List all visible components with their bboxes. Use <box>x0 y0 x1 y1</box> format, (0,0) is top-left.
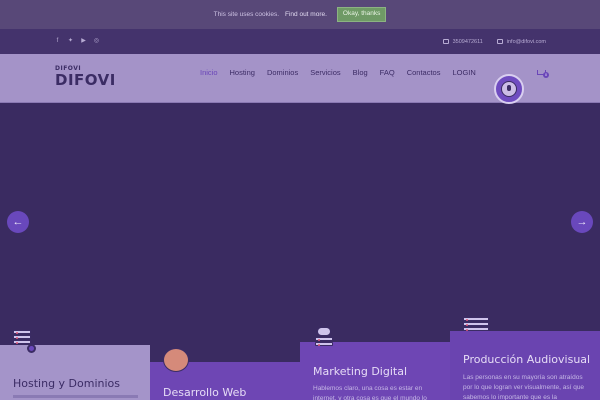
nav-servicios[interactable]: Servicios <box>304 67 346 79</box>
nav-blog[interactable]: Blog <box>347 67 374 79</box>
nav-faq[interactable]: FAQ <box>374 67 401 79</box>
site-header: DIFOVI DIFOVI Inicio Hosting Dominios Se… <box>0 54 600 104</box>
logo-big-text: DIFOVI <box>55 71 116 89</box>
phone-icon <box>442 39 449 44</box>
site-logo[interactable]: DIFOVI DIFOVI <box>55 65 116 91</box>
service-text-placeholder <box>13 395 138 398</box>
twitter-icon[interactable]: ✦ <box>67 38 74 45</box>
email-item[interactable]: info@difovi.com <box>496 38 546 45</box>
cookie-message: This site uses cookies. <box>213 11 279 18</box>
marketing-cloud-icon <box>315 327 333 347</box>
user-avatar-button[interactable] <box>494 74 524 104</box>
slider-next-button[interactable]: → <box>571 211 593 233</box>
email-address: info@difovi.com <box>506 38 546 45</box>
service-card-marketing[interactable]: Marketing Digital Hablemos claro, una co… <box>300 342 450 400</box>
cookie-banner: This site uses cookies. Find out more. O… <box>0 0 600 29</box>
service-card-hosting[interactable]: Hosting y Dominios <box>0 345 150 400</box>
nav-contactos[interactable]: Contactos <box>401 67 447 79</box>
nav-dominios[interactable]: Dominios <box>261 67 304 79</box>
service-title: Desarrollo Web <box>163 386 247 399</box>
instagram-icon[interactable]: ◎ <box>93 38 100 45</box>
service-title: Marketing Digital <box>313 365 407 378</box>
slider-prev-button[interactable]: ← <box>7 211 29 233</box>
social-links: f ✦ ▶ ◎ <box>54 38 100 45</box>
nav-login[interactable]: LOGIN <box>446 67 481 79</box>
service-text: Las personas en su mayoría son atraídos … <box>463 374 585 400</box>
email-icon <box>496 39 503 44</box>
service-title: Producción Audiovisual <box>463 353 591 366</box>
hosting-server-icon <box>13 330 36 353</box>
cookie-accept-button[interactable]: Okay, thanks <box>336 7 387 22</box>
cookie-more-link[interactable]: Find out more. <box>285 11 327 18</box>
audiovisual-server-icon <box>463 317 489 332</box>
nav-hosting[interactable]: Hosting <box>224 67 261 79</box>
contact-info: 3509472611 info@difovi.com <box>442 38 546 45</box>
user-icon <box>501 81 517 97</box>
service-card-audiovisual[interactable]: Producción Audiovisual Las personas en s… <box>450 331 600 400</box>
gear-icon <box>27 344 36 353</box>
phone-number: 3509472611 <box>452 38 483 45</box>
cart-count-badge: 0 <box>543 72 549 78</box>
cart-button[interactable]: 0 <box>536 68 549 78</box>
top-bar: f ✦ ▶ ◎ 3509472611 info@difovi.com <box>0 29 600 54</box>
youtube-icon[interactable]: ▶ <box>80 38 87 45</box>
nav-inicio[interactable]: Inicio <box>194 67 224 79</box>
service-text: Hablemos claro, una cosa es estar en int… <box>313 385 427 400</box>
web-development-icon <box>163 348 189 372</box>
service-title: Hosting y Dominios <box>13 377 121 390</box>
facebook-icon[interactable]: f <box>54 38 61 45</box>
main-nav: Inicio Hosting Dominios Servicios Blog F… <box>194 67 482 79</box>
phone-item[interactable]: 3509472611 <box>442 38 483 45</box>
